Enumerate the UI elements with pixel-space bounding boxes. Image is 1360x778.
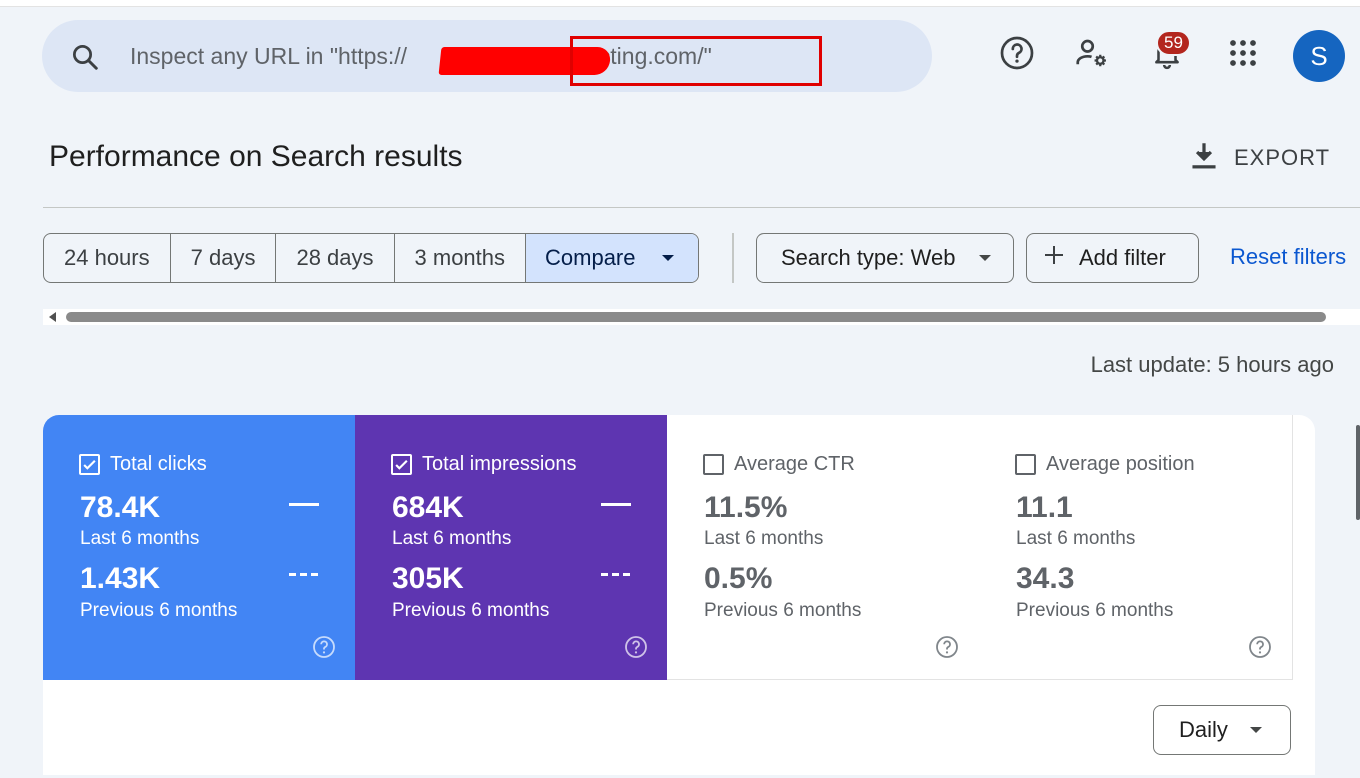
compare-label: Compare (545, 245, 636, 270)
metric-current-period: Last 6 months (392, 528, 512, 549)
filter-separator (732, 233, 734, 283)
metric-previous-value: 1.43K (80, 562, 161, 595)
search-icon (70, 42, 100, 72)
checkbox-checked-icon[interactable] (391, 454, 412, 475)
download-icon (1190, 141, 1218, 176)
add-filter-label: Add filter (1079, 245, 1166, 270)
metric-label: Average position (1046, 453, 1195, 475)
horizontal-scrollbar[interactable] (43, 309, 1360, 325)
metric-current-value: 78.4K (80, 491, 161, 524)
metric-label: Total impressions (422, 453, 577, 475)
last-update-text: Last update: 5 hours ago (1090, 352, 1334, 377)
metric-card-total-impressions[interactable]: Total impressions 684K Last 6 months 305… (355, 415, 668, 680)
account-avatar[interactable]: S (1293, 30, 1345, 82)
metric-label: Average CTR (734, 453, 855, 475)
metric-previous-period: Previous 6 months (704, 600, 862, 621)
help-circle-icon (999, 35, 1035, 76)
metric-card-total-clicks[interactable]: Total clicks 78.4K Last 6 months 1.43K P… (43, 415, 356, 680)
chevron-down-icon (979, 255, 992, 261)
metric-previous-period: Previous 6 months (1016, 600, 1174, 621)
metric-previous-value: 0.5% (704, 562, 773, 595)
granularity-label: Daily (1179, 717, 1228, 742)
manage-accounts-button[interactable] (1072, 35, 1112, 75)
reset-filters-link[interactable]: Reset filters (1230, 244, 1346, 270)
metric-label: Total clicks (110, 453, 207, 475)
checkbox-checked-icon[interactable] (79, 454, 100, 475)
apps-grid-icon (1228, 38, 1258, 73)
export-button[interactable]: EXPORT (1190, 138, 1330, 178)
metric-previous-value: 305K (392, 562, 464, 595)
metric-current-period: Last 6 months (80, 528, 200, 549)
help-circle-icon[interactable] (935, 635, 959, 659)
dashed-line-legend-icon (289, 573, 319, 576)
dashed-line-legend-icon (601, 573, 631, 576)
help-circle-icon[interactable] (624, 635, 648, 659)
range-28-days[interactable]: 28 days (276, 234, 395, 282)
vertical-scrollbar-thumb[interactable] (1356, 425, 1360, 520)
help-circle-icon[interactable] (1248, 635, 1272, 659)
manage-accounts-icon (1074, 35, 1110, 76)
metric-current-period: Last 6 months (1016, 528, 1136, 549)
granularity-dropdown[interactable]: Daily (1153, 705, 1291, 755)
metric-previous-value: 34.3 (1016, 562, 1075, 595)
range-7-days[interactable]: 7 days (171, 234, 277, 282)
plus-icon (1043, 244, 1065, 272)
checkbox-unchecked-icon[interactable] (1015, 454, 1036, 475)
metric-cards: Total clicks 78.4K Last 6 months 1.43K P… (43, 415, 1315, 775)
header-divider (43, 207, 1360, 208)
solid-line-legend-icon (601, 503, 631, 506)
help-button[interactable] (997, 35, 1037, 75)
search-type-dropdown[interactable]: Search type: Web (756, 233, 1014, 283)
solid-line-legend-icon (289, 503, 319, 506)
metric-previous-period: Previous 6 months (392, 600, 550, 621)
metric-card-average-ctr[interactable]: Average CTR 11.5% Last 6 months 0.5% Pre… (667, 415, 980, 680)
metric-current-value: 684K (392, 491, 464, 524)
chevron-down-icon (1249, 727, 1262, 733)
compare-dropdown[interactable]: Compare (526, 234, 698, 282)
metric-card-average-position[interactable]: Average position 11.1 Last 6 months 34.3… (979, 415, 1293, 680)
date-range-group: 24 hours 7 days 28 days 3 months Compare (43, 233, 699, 283)
export-label: EXPORT (1234, 145, 1331, 170)
annotation-highlight-box (570, 36, 822, 86)
range-24-hours[interactable]: 24 hours (44, 234, 171, 282)
chevron-down-icon (661, 255, 674, 261)
help-circle-icon[interactable] (312, 635, 336, 659)
search-type-label: Search type: Web (781, 245, 956, 270)
metric-current-value: 11.1 (1016, 491, 1073, 524)
add-filter-button[interactable]: Add filter (1026, 233, 1199, 283)
notification-count-badge: 59 (1156, 30, 1191, 56)
scrollbar-thumb[interactable] (66, 312, 1326, 322)
apps-button[interactable] (1223, 35, 1263, 75)
top-edge (0, 0, 1360, 7)
range-3-months[interactable]: 3 months (395, 234, 527, 282)
metric-current-value: 11.5% (704, 491, 788, 524)
metric-previous-period: Previous 6 months (80, 600, 238, 621)
page-title: Performance on Search results (49, 140, 463, 173)
scroll-left-arrow-icon[interactable] (49, 312, 56, 322)
metric-current-period: Last 6 months (704, 528, 824, 549)
url-inspection-search[interactable] (42, 20, 932, 92)
checkbox-unchecked-icon[interactable] (703, 454, 724, 475)
